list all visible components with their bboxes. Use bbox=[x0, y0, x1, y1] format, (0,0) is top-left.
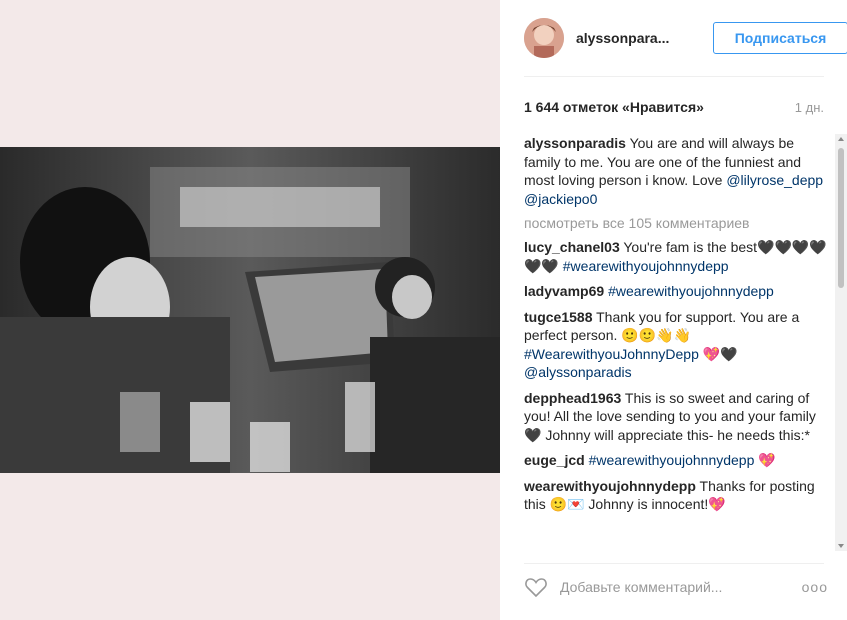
divider bbox=[524, 563, 824, 564]
hashtag-link[interactable]: #WearewithyouJohnnyDepp bbox=[524, 346, 699, 362]
mention-link[interactable]: @lilyrose_depp bbox=[726, 172, 823, 188]
scrollbar-thumb[interactable] bbox=[838, 148, 844, 288]
comment: lucy_chanel03 You're fam is the best🖤🖤🖤🖤… bbox=[524, 238, 830, 275]
mention-link[interactable]: @jackiepo0 bbox=[524, 191, 597, 207]
view-all-comments-link[interactable]: посмотреть все 105 комментариев bbox=[524, 215, 830, 231]
likes-count[interactable]: 1 644 отметок «Нравится» bbox=[524, 99, 704, 115]
comment-text-tail: 💖 bbox=[754, 452, 776, 468]
scroll-up-arrow-icon[interactable] bbox=[838, 137, 844, 141]
avatar[interactable] bbox=[524, 18, 564, 58]
comment-username[interactable]: tugce1588 bbox=[524, 309, 592, 325]
like-heart-icon[interactable] bbox=[524, 576, 548, 598]
comment-username[interactable]: wearewithyoujohnnydepp bbox=[524, 478, 696, 494]
comment-text-tail: 💖🖤 bbox=[698, 345, 738, 362]
comments-scrollbar[interactable] bbox=[835, 134, 847, 551]
hashtag-link[interactable]: #wearewithyoujohnnydepp bbox=[563, 258, 729, 274]
more-options-button[interactable]: ооо bbox=[802, 579, 828, 595]
divider bbox=[524, 76, 824, 77]
caption: alyssonparadis You are and will always b… bbox=[524, 134, 830, 208]
comment: depphead1963 This is so sweet and caring… bbox=[524, 389, 830, 445]
caption-username[interactable]: alyssonparadis bbox=[524, 135, 626, 151]
post-username[interactable]: alyssonpara... bbox=[576, 30, 686, 46]
add-comment-row: Добавьте комментарий... ооо bbox=[524, 574, 828, 600]
post-header: alyssonpara... Подписаться bbox=[524, 16, 847, 60]
comment-username[interactable]: lucy_chanel03 bbox=[524, 239, 620, 255]
comment: euge_jcd #wearewithyoujohnnydepp 💖 bbox=[524, 451, 830, 470]
comment: ladyvamp69 #wearewithyoujohnnydepp bbox=[524, 282, 830, 301]
comment: wearewithyoujohnnydepp Thanks for postin… bbox=[524, 477, 830, 514]
post-photo[interactable] bbox=[0, 147, 500, 473]
add-comment-input[interactable]: Добавьте комментарий... bbox=[560, 579, 802, 595]
hashtag-link[interactable]: #wearewithyoujohnnydepp bbox=[589, 452, 755, 468]
follow-button[interactable]: Подписаться bbox=[713, 22, 847, 54]
comment: tugce1588 Thank you for support. You are… bbox=[524, 308, 830, 382]
photo-image bbox=[0, 147, 500, 473]
post-sidebar: alyssonpara... Подписаться 1 644 отметок… bbox=[500, 0, 847, 620]
comment-username[interactable]: euge_jcd bbox=[524, 452, 585, 468]
post-time[interactable]: 1 дн. bbox=[795, 100, 824, 115]
mention-link[interactable]: @alyssonparadis bbox=[524, 364, 632, 380]
hashtag-link[interactable]: #wearewithyoujohnnydepp bbox=[608, 283, 774, 299]
comment-username[interactable]: ladyvamp69 bbox=[524, 283, 604, 299]
comment-username[interactable]: depphead1963 bbox=[524, 390, 621, 406]
comments-list: alyssonparadis You are and will always b… bbox=[524, 134, 830, 551]
scroll-down-arrow-icon[interactable] bbox=[838, 544, 844, 548]
photo-panel bbox=[0, 0, 500, 620]
